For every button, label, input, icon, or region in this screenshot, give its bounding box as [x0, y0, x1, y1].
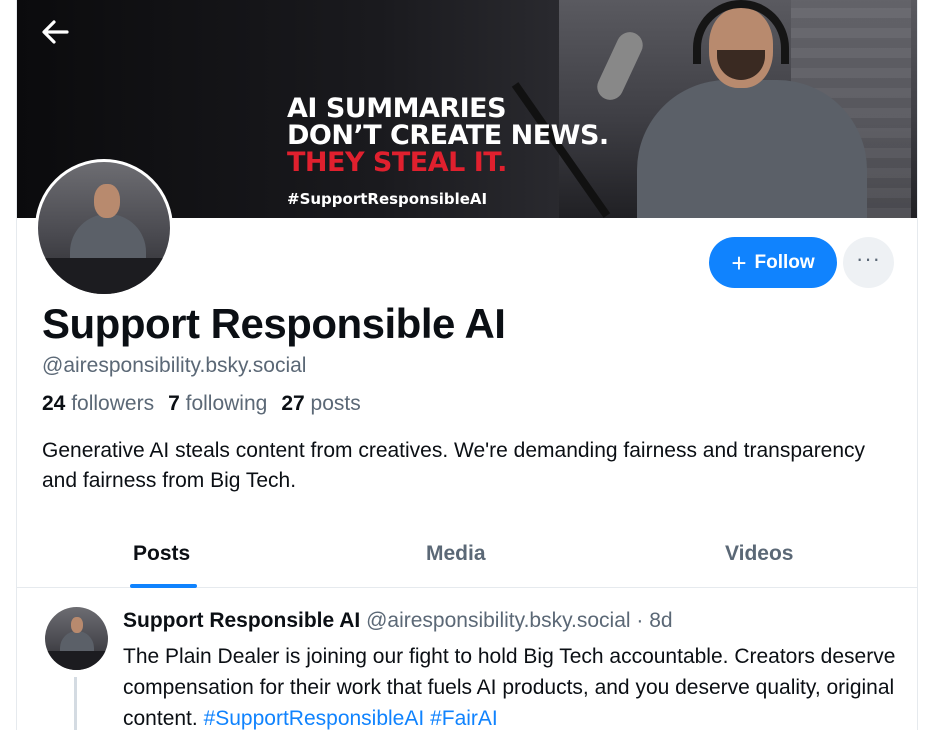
plus-icon: +	[731, 247, 747, 278]
profile-handle: @airesponsibility.bsky.social	[42, 354, 307, 377]
post-author-name[interactable]: Support Responsible AI	[123, 609, 360, 632]
ellipsis-icon: ···	[856, 245, 881, 271]
profile-avatar[interactable]	[35, 159, 173, 297]
following-label: following	[185, 392, 268, 415]
follow-button-label: Follow	[754, 251, 815, 273]
banner-headline-line3: THEY STEAL IT.	[287, 147, 507, 178]
post-header: Support Responsible AI @airesponsibility…	[123, 609, 673, 633]
more-options-button[interactable]: ···	[843, 237, 894, 288]
avatar-figure-head	[94, 184, 120, 218]
avatar-desk	[45, 651, 108, 670]
followers-link[interactable]: 24 followers	[42, 392, 154, 416]
posts-count: 27	[281, 392, 305, 415]
back-button[interactable]	[37, 14, 73, 50]
banner-headline-line1: AI SUMMARIES	[287, 93, 507, 124]
post-author-handle[interactable]: @airesponsibility.bsky.social	[366, 609, 630, 632]
followers-label: followers	[71, 392, 155, 415]
banner-hashtag: #SupportResponsibleAI	[287, 190, 488, 208]
profile-bio: Generative AI steals content from creati…	[42, 439, 866, 492]
posts-label: posts	[310, 392, 361, 415]
arrow-left-icon	[42, 20, 69, 44]
tab-posts[interactable]: Posts	[133, 542, 190, 566]
avatar-desk	[38, 258, 170, 294]
post-hashtag-support[interactable]: #SupportResponsibleAI	[204, 707, 425, 730]
follow-button[interactable]: + Follow	[709, 237, 837, 288]
post-hashtag-fairai[interactable]: #FairAI	[430, 707, 498, 730]
following-link[interactable]: 7 following	[168, 392, 267, 416]
active-tab-indicator	[130, 584, 197, 588]
post-text: The Plain Dealer is joining our fight to…	[123, 641, 913, 730]
avatar-figure-head	[71, 617, 83, 633]
profile-stats: 24 followers 7 following 27 posts	[42, 392, 361, 416]
post-timestamp[interactable]: 8d	[649, 609, 672, 632]
followers-count: 24	[42, 392, 66, 415]
profile-display-name: Support Responsible AI	[42, 300, 506, 347]
banner-headline-line2: DON’T CREATE NEWS.	[287, 120, 609, 151]
banner-headline: AI SUMMARIES DON’T CREATE NEWS. THEY STE…	[287, 95, 609, 176]
profile-screen: AI SUMMARIES DON’T CREATE NEWS. THEY STE…	[16, 0, 918, 730]
banner-person-body	[637, 80, 867, 218]
following-count: 7	[168, 392, 180, 415]
post-meta-separator: ·	[630, 609, 650, 632]
post-author-avatar[interactable]	[45, 607, 108, 670]
thread-line	[74, 677, 77, 730]
feed-post[interactable]: Support Responsible AI @airesponsibility…	[17, 589, 917, 730]
posts-stat: 27 posts	[281, 392, 360, 416]
tab-media[interactable]: Media	[426, 542, 486, 566]
tab-videos[interactable]: Videos	[725, 542, 793, 566]
profile-tabs: Posts Media Videos	[17, 530, 917, 588]
